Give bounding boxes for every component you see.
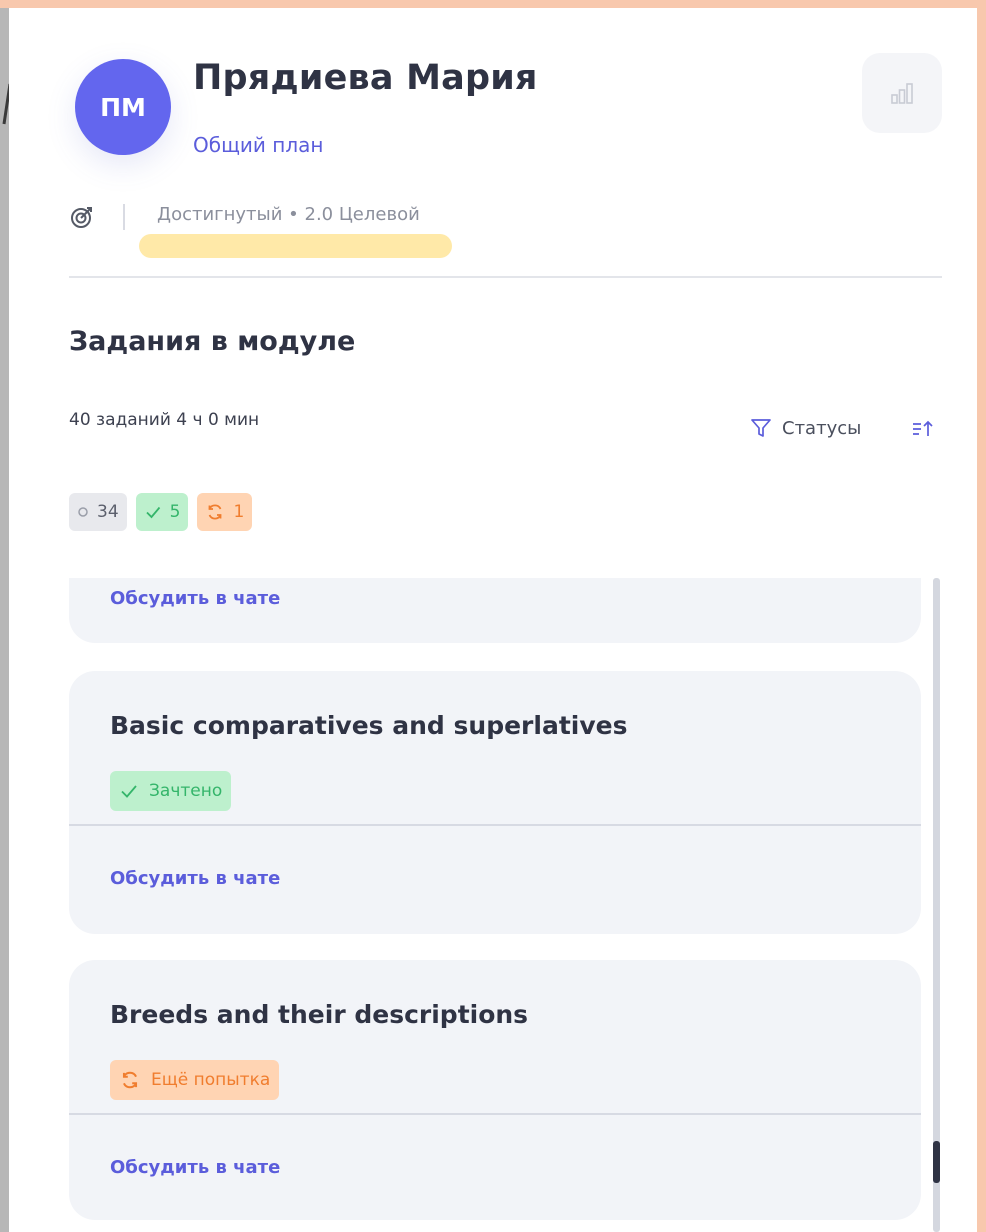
background-window-edge bbox=[0, 8, 9, 1232]
task-list[interactable]: Обсудить в чате Basic comparatives and s… bbox=[9, 578, 977, 1232]
pending-count: 34 bbox=[97, 502, 119, 522]
task-card[interactable]: Breeds and their descriptions Ещё попытк… bbox=[69, 960, 921, 1220]
task-card[interactable]: Basic comparatives and superlatives Зачт… bbox=[69, 671, 921, 934]
refresh-icon bbox=[122, 1071, 138, 1089]
card-divider bbox=[69, 1113, 921, 1115]
stats-button[interactable] bbox=[862, 53, 942, 133]
scrollbar-thumb[interactable] bbox=[933, 1141, 940, 1183]
goal-divider bbox=[123, 204, 125, 230]
circle-icon bbox=[78, 507, 88, 517]
check-icon bbox=[146, 506, 160, 519]
general-plan-link[interactable]: Общий план bbox=[193, 133, 323, 157]
student-name: Прядиева Мария bbox=[193, 58, 538, 98]
task-title: Basic comparatives and superlatives bbox=[110, 711, 628, 740]
task-card: Обсудить в чате bbox=[69, 578, 921, 643]
module-summary: 40 заданий 4 ч 0 мин bbox=[69, 410, 260, 430]
retry-count: 1 bbox=[233, 502, 245, 522]
sort-button[interactable] bbox=[910, 416, 936, 442]
highlight-mark bbox=[139, 234, 452, 258]
discuss-in-chat-link[interactable]: Обсудить в чате bbox=[110, 588, 280, 609]
status-filter-button[interactable]: Статусы bbox=[750, 413, 861, 443]
status-badge: Зачтено bbox=[110, 771, 232, 811]
status-counters: 34 5 1 bbox=[69, 493, 253, 531]
done-count-chip[interactable]: 5 bbox=[135, 493, 189, 531]
student-panel: ПМ Прядиева Мария Общий план Достигнутый… bbox=[9, 8, 977, 1232]
filter-label: Статусы bbox=[782, 417, 862, 439]
avatar: ПМ bbox=[75, 59, 171, 155]
discuss-in-chat-link[interactable]: Обсудить в чате bbox=[110, 1157, 280, 1178]
status-badge-label: Зачтено bbox=[149, 781, 223, 801]
filter-icon bbox=[751, 419, 771, 437]
goal-level-text: Достигнутый • 2.0 Целевой bbox=[157, 204, 420, 225]
status-badge-label: Ещё попытка bbox=[151, 1070, 271, 1090]
check-icon bbox=[121, 785, 137, 798]
card-divider bbox=[69, 824, 921, 826]
task-title: Breeds and their descriptions bbox=[110, 1000, 529, 1029]
done-count: 5 bbox=[169, 502, 181, 522]
scrollbar-track[interactable] bbox=[933, 578, 940, 1232]
discuss-in-chat-link[interactable]: Обсудить в чате bbox=[110, 868, 280, 889]
sort-icon bbox=[913, 420, 933, 436]
status-badge: Ещё попытка bbox=[110, 1060, 280, 1100]
refresh-icon bbox=[209, 504, 222, 520]
target-icon bbox=[71, 207, 92, 228]
divider bbox=[69, 276, 942, 278]
pending-count-chip[interactable]: 34 bbox=[69, 493, 127, 531]
bar-chart-icon bbox=[891, 83, 913, 104]
retry-count-chip[interactable]: 1 bbox=[197, 493, 253, 531]
section-title: Задания в модуле bbox=[69, 326, 356, 357]
